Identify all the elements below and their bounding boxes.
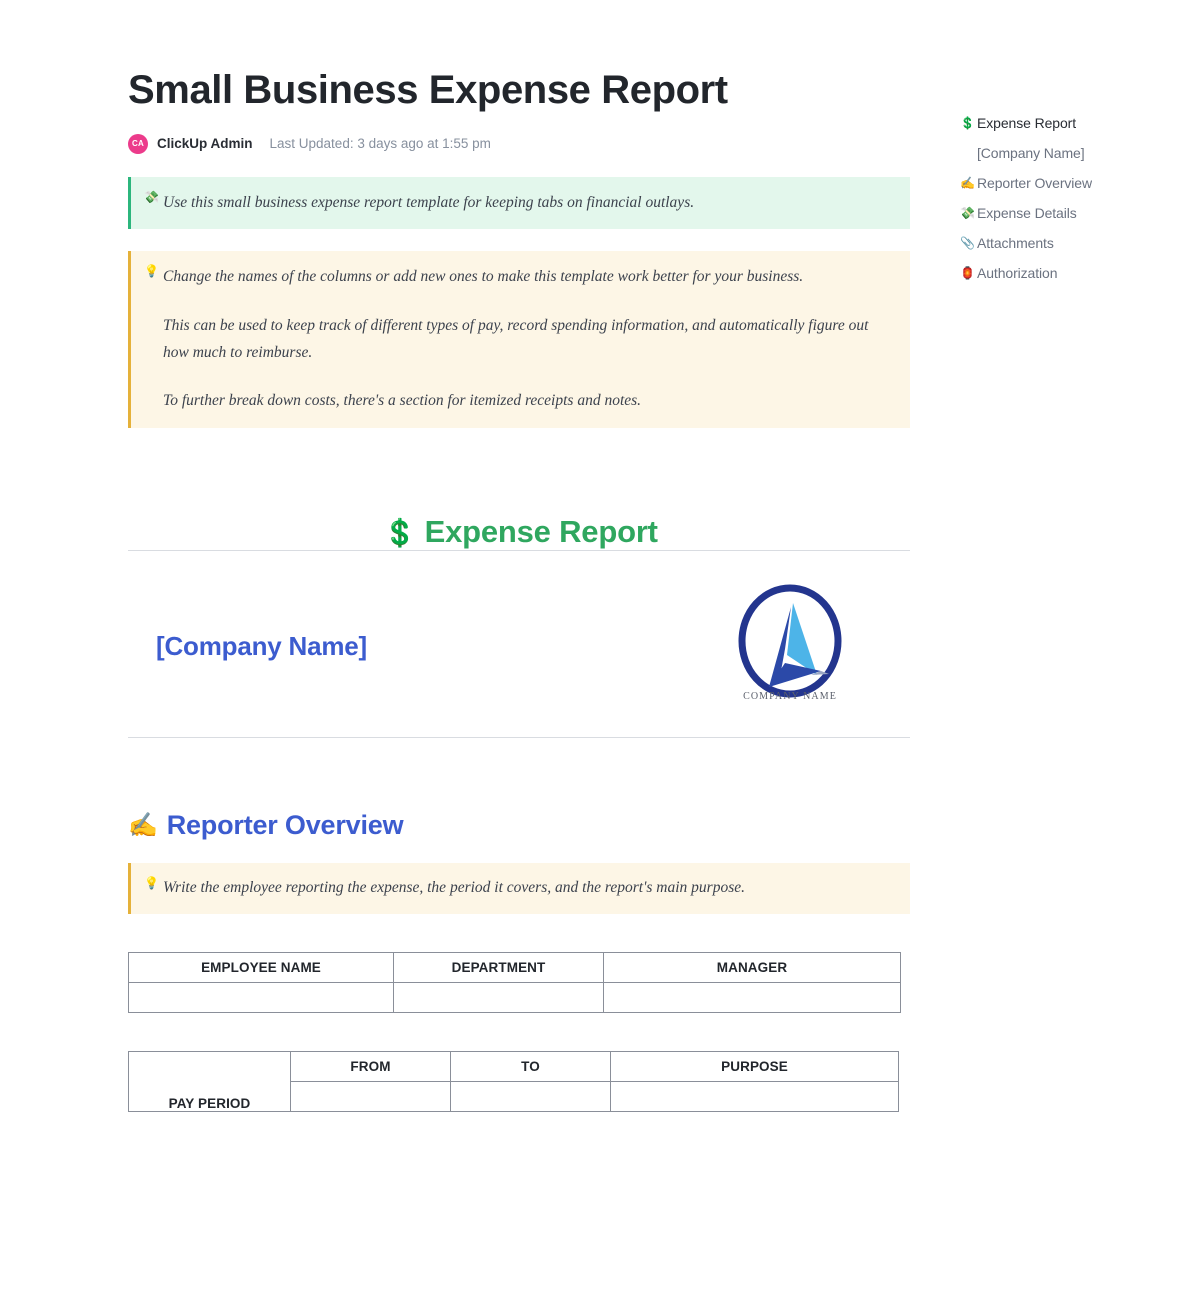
company-name: [Company Name]: [156, 631, 368, 662]
callout-yellow-paragraph-3: To further break down costs, there's a s…: [163, 392, 642, 410]
callout-reporter-overview: 💡 Write the employee reporting the expen…: [128, 863, 910, 914]
callout-green: 💸 Use this small business expense report…: [128, 176, 910, 230]
toc-item-reporter-overview[interactable]: ✍️ Reporter Overview: [960, 168, 1190, 198]
byline-author: ClickUp Admin: [157, 136, 253, 152]
toc-item-label: Reporter Overview: [977, 175, 1093, 191]
toc-item-authorization[interactable]: 🏮 Authorization: [960, 258, 1190, 288]
toc-item-label: [Company Name]: [977, 145, 1085, 161]
lightbulb-icon: 💡: [144, 876, 159, 891]
stamp-icon: 🏮: [960, 266, 975, 280]
toc-item-attachments[interactable]: 📎 Attachments: [960, 228, 1190, 258]
row-label-pay-period: PAY PERIOD: [128, 1050, 291, 1112]
page-title: Small Business Expense Report: [128, 68, 728, 112]
byline-last-updated: Last Updated: 3 days ago at 1:55 pm: [269, 136, 491, 152]
reporter-overview-heading-text: Reporter Overview: [166, 810, 404, 841]
company-logo-caption: COMPANY NAME: [743, 691, 837, 703]
byline: CA ClickUp Admin Last Updated: 3 days ag…: [128, 133, 913, 155]
paperclip-icon: 📎: [960, 236, 975, 250]
col-header-to: TO: [450, 1050, 611, 1082]
dollar-icon: 💲: [383, 518, 417, 549]
cell-manager[interactable]: [603, 981, 901, 1013]
writing-hand-icon: ✍️: [960, 176, 975, 190]
table-row-header: EMPLOYEE NAME DEPARTMENT MANAGER: [128, 951, 901, 983]
writing-hand-icon: ✍️: [128, 812, 158, 840]
callout-yellow-paragraph-2: This can be used to keep track of differ…: [163, 317, 869, 361]
cell-purpose[interactable]: [610, 1080, 899, 1112]
table-row: [128, 981, 901, 1013]
cell-department[interactable]: [393, 981, 604, 1013]
divider-bottom: [128, 737, 910, 739]
col-header-manager: MANAGER: [603, 951, 901, 983]
money-wings-icon: 💸: [144, 189, 159, 204]
company-band: [Company Name] COMPANY NAME: [128, 551, 910, 737]
dollar-icon: 💲: [960, 116, 975, 130]
toc-item-label: Expense Details: [977, 205, 1077, 221]
employee-table: EMPLOYEE NAME DEPARTMENT MANAGER: [128, 951, 901, 1013]
expense-report-heading-text: Expense Report: [424, 514, 658, 550]
col-header-purpose: PURPOSE: [610, 1050, 899, 1082]
cell-to[interactable]: [450, 1080, 611, 1112]
toc-item-label: Expense Report: [977, 115, 1076, 131]
cell-from[interactable]: [290, 1080, 451, 1112]
callout-yellow-paragraph-1: Change the names of the columns or add n…: [163, 268, 804, 286]
toc-item-label: Attachments: [977, 235, 1054, 251]
col-header-from: FROM: [290, 1050, 451, 1082]
document-page: Small Business Expense Report CA ClickUp…: [0, 0, 1200, 1294]
toc-item-company-name[interactable]: [Company Name]: [960, 138, 1190, 168]
callout-reporter-overview-text: Write the employee reporting the expense…: [163, 879, 745, 897]
col-header-department: DEPARTMENT: [393, 951, 604, 983]
cell-employee-name[interactable]: [128, 981, 394, 1013]
toc-item-expense-details[interactable]: 💸 Expense Details: [960, 198, 1190, 228]
expense-report-heading: 💲 Expense Report: [383, 514, 658, 549]
lightbulb-icon: 💡: [144, 264, 159, 279]
callout-green-text: Use this small business expense report t…: [163, 193, 695, 211]
toc-item-expense-report[interactable]: 💲 Expense Report: [960, 108, 1190, 138]
pay-period-table: PAY PERIOD FROM TO PURPOSE: [128, 1050, 899, 1112]
callout-yellow: 💡 Change the names of the columns or add…: [128, 251, 910, 429]
expense-report-section-heading: 💲 Expense Report: [128, 514, 913, 550]
toc-item-label: Authorization: [977, 265, 1058, 281]
table-row-header: PAY PERIOD FROM TO PURPOSE: [128, 1050, 899, 1112]
table-of-contents: 💲 Expense Report [Company Name] ✍️ Repor…: [960, 108, 1190, 288]
avatar[interactable]: CA: [128, 133, 148, 154]
document-body: Small Business Expense Report CA ClickUp…: [128, 0, 913, 1112]
col-header-employee-name: EMPLOYEE NAME: [128, 951, 394, 983]
money-wings-icon: 💸: [960, 206, 975, 220]
reporter-overview-heading: ✍️ Reporter Overview: [128, 810, 913, 841]
